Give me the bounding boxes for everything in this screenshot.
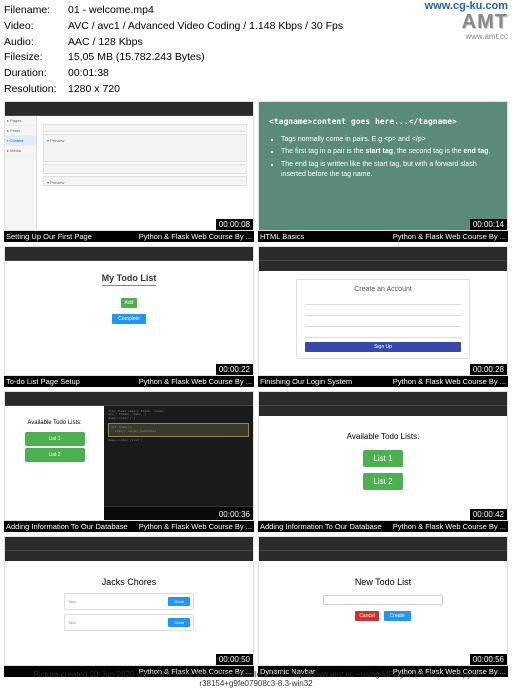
list-item: Task Done bbox=[64, 614, 194, 631]
credit-text: Python & Flask Web Course By ... bbox=[139, 377, 252, 386]
page-title: New Todo List bbox=[355, 577, 411, 587]
email-field[interactable] bbox=[305, 297, 461, 305]
thumbnail-cell[interactable]: Create an Account Sign Up 00:00:28 Finis… bbox=[258, 246, 508, 387]
thumbnail-image: New Todo List Cancel Create 00:00:56 bbox=[258, 536, 508, 666]
footer-credit: Picture created 20-Jun-2020 with AMT - A… bbox=[0, 668, 512, 690]
action-button[interactable]: Done bbox=[168, 618, 190, 627]
add-button[interactable]: Add bbox=[121, 298, 138, 308]
thumbnail-cell[interactable]: New Todo List Cancel Create 00:00:56 Dyn… bbox=[258, 536, 508, 677]
navbar bbox=[259, 261, 507, 271]
timestamp-badge: 00:00:56 bbox=[470, 654, 507, 665]
bullet-1: Tags normally come in pairs. E.g <p> and… bbox=[281, 135, 497, 145]
thumbnail-cell[interactable]: Available Todo Lists: List 1 List 2 from… bbox=[4, 391, 254, 532]
signup-card: Create an Account Sign Up bbox=[296, 279, 470, 359]
logo-watermark: www.cg-ku.com AMT www.amt.cc bbox=[425, 0, 508, 41]
list-item[interactable]: List 2 bbox=[363, 473, 402, 490]
duration-label: Duration: bbox=[4, 66, 68, 82]
browser-chrome bbox=[259, 392, 507, 406]
credit-text: Python & Flask Web Course By ... bbox=[139, 522, 252, 531]
navbar bbox=[259, 406, 507, 416]
thumbnail-cell[interactable]: ▸ Pages ▸ Posts ▪ Content ▸ Media ▾ Prev… bbox=[4, 101, 254, 242]
page-title: Available Todo Lists: bbox=[347, 432, 420, 441]
confirm-field[interactable] bbox=[305, 330, 461, 338]
timestamp-badge: 00:00:50 bbox=[216, 654, 253, 665]
thumbnail-image: My Todo List Add Complete 00:00:22 bbox=[4, 246, 254, 376]
caption-text: Adding Information To Our Database bbox=[260, 522, 382, 531]
slide-content: <tagname>content goes here...</tagname> … bbox=[259, 102, 507, 230]
tag-example: <tagname>content goes here...</tagname> bbox=[269, 116, 497, 127]
filesize-value: 15,05 MB (15.782.243 Bytes) bbox=[68, 50, 508, 66]
timestamp-badge: 00:00:22 bbox=[216, 364, 253, 375]
caption-bar: Adding Information To Our Database Pytho… bbox=[4, 521, 254, 532]
code-editor: from flask import Flask, render app = Fl… bbox=[104, 406, 253, 521]
thumbnail-grid: ▸ Pages ▸ Posts ▪ Content ▸ Media ▾ Prev… bbox=[0, 101, 512, 677]
complete-button[interactable]: Complete bbox=[112, 314, 145, 324]
thumbnail-cell[interactable]: Available Todo Lists: List 1 List 2 00:0… bbox=[258, 391, 508, 532]
browser-chrome bbox=[5, 247, 253, 261]
cancel-button[interactable]: Cancel bbox=[355, 611, 379, 621]
thumbnail-image: Create an Account Sign Up 00:00:28 bbox=[258, 246, 508, 376]
card-title: Create an Account bbox=[305, 286, 461, 293]
browser-chrome bbox=[259, 247, 507, 261]
audio-label: Audio: bbox=[4, 35, 68, 51]
caption-text: Setting Up Our First Page bbox=[6, 232, 92, 241]
credit-text: Python & Flask Web Course By ... bbox=[393, 377, 506, 386]
thumbnail-image: Jacks Chores Task Done Task Done 00:00:5… bbox=[4, 536, 254, 666]
navbar bbox=[259, 551, 507, 561]
caption-bar: Finishing Our Login System Python & Flas… bbox=[258, 376, 508, 387]
filename-label: Filename: bbox=[4, 3, 68, 19]
password-field[interactable] bbox=[305, 319, 461, 327]
list-item: Task Done bbox=[64, 593, 194, 610]
watermark-brand: AMT bbox=[425, 12, 508, 32]
bullet-3: The end tag is written like the start ta… bbox=[281, 160, 497, 180]
credit-text: Python & Flask Web Course By ... bbox=[139, 232, 252, 241]
create-button[interactable]: Create bbox=[384, 611, 411, 621]
video-label: Video: bbox=[4, 19, 68, 35]
timestamp-badge: 00:00:28 bbox=[470, 364, 507, 375]
watermark-sub: www.amt.cc bbox=[425, 32, 508, 41]
resolution-label: Resolution: bbox=[4, 82, 68, 98]
timestamp-badge: 00:00:14 bbox=[470, 219, 507, 230]
list-item[interactable]: List 1 bbox=[25, 432, 85, 446]
thumbnail-cell[interactable]: <tagname>content goes here...</tagname> … bbox=[258, 101, 508, 242]
thumbnail-cell[interactable]: Jacks Chores Task Done Task Done 00:00:5… bbox=[4, 536, 254, 677]
page-title: My Todo List bbox=[102, 273, 157, 286]
duration-value: 00:01:38 bbox=[68, 66, 508, 82]
caption-text: Finishing Our Login System bbox=[260, 377, 352, 386]
listname-input[interactable] bbox=[323, 595, 443, 605]
timestamp-badge: 00:00:42 bbox=[470, 509, 507, 520]
navbar bbox=[5, 551, 253, 561]
caption-bar: HTML Basics Python & Flask Web Course By… bbox=[258, 231, 508, 242]
list-item[interactable]: List 1 bbox=[363, 450, 402, 467]
browser-chrome bbox=[259, 537, 507, 551]
list-item[interactable]: List 2 bbox=[25, 448, 85, 462]
signup-button[interactable]: Sign Up bbox=[305, 342, 461, 352]
credit-text: Python & Flask Web Course By ... bbox=[393, 232, 506, 241]
caption-bar: To-do List Page Setup Python & Flask Web… bbox=[4, 376, 254, 387]
resolution-value: 1280 x 720 bbox=[68, 82, 508, 98]
caption-bar: Setting Up Our First Page Python & Flask… bbox=[4, 231, 254, 242]
browser-chrome bbox=[5, 392, 253, 406]
page-title: Available Todo Lists: bbox=[9, 420, 100, 426]
username-field[interactable] bbox=[305, 308, 461, 316]
thumbnail-image: Available Todo Lists: List 1 List 2 00:0… bbox=[258, 391, 508, 521]
sidebar: ▸ Pages ▸ Posts ▪ Content ▸ Media bbox=[5, 116, 37, 230]
bullet-2: The first tag in a pair is the start tag… bbox=[281, 147, 497, 157]
thumbnail-image: Available Todo Lists: List 1 List 2 from… bbox=[4, 391, 254, 521]
caption-text: To-do List Page Setup bbox=[6, 377, 80, 386]
thumbnail-image: <tagname>content goes here...</tagname> … bbox=[258, 101, 508, 231]
browser-chrome bbox=[5, 102, 253, 116]
timestamp-badge: 00:00:08 bbox=[216, 219, 253, 230]
thumbnail-image: ▸ Pages ▸ Posts ▪ Content ▸ Media ▾ Prev… bbox=[4, 101, 254, 231]
filesize-label: Filesize: bbox=[4, 50, 68, 66]
page-title: Jacks Chores bbox=[102, 577, 157, 587]
browser-chrome bbox=[5, 537, 253, 551]
thumbnail-cell[interactable]: My Todo List Add Complete 00:00:22 To-do… bbox=[4, 246, 254, 387]
caption-bar: Adding Information To Our Database Pytho… bbox=[258, 521, 508, 532]
timestamp-badge: 00:00:36 bbox=[216, 509, 253, 520]
caption-text: HTML Basics bbox=[260, 232, 304, 241]
credit-text: Python & Flask Web Course By ... bbox=[393, 522, 506, 531]
caption-text: Adding Information To Our Database bbox=[6, 522, 128, 531]
action-button[interactable]: Done bbox=[168, 597, 190, 606]
